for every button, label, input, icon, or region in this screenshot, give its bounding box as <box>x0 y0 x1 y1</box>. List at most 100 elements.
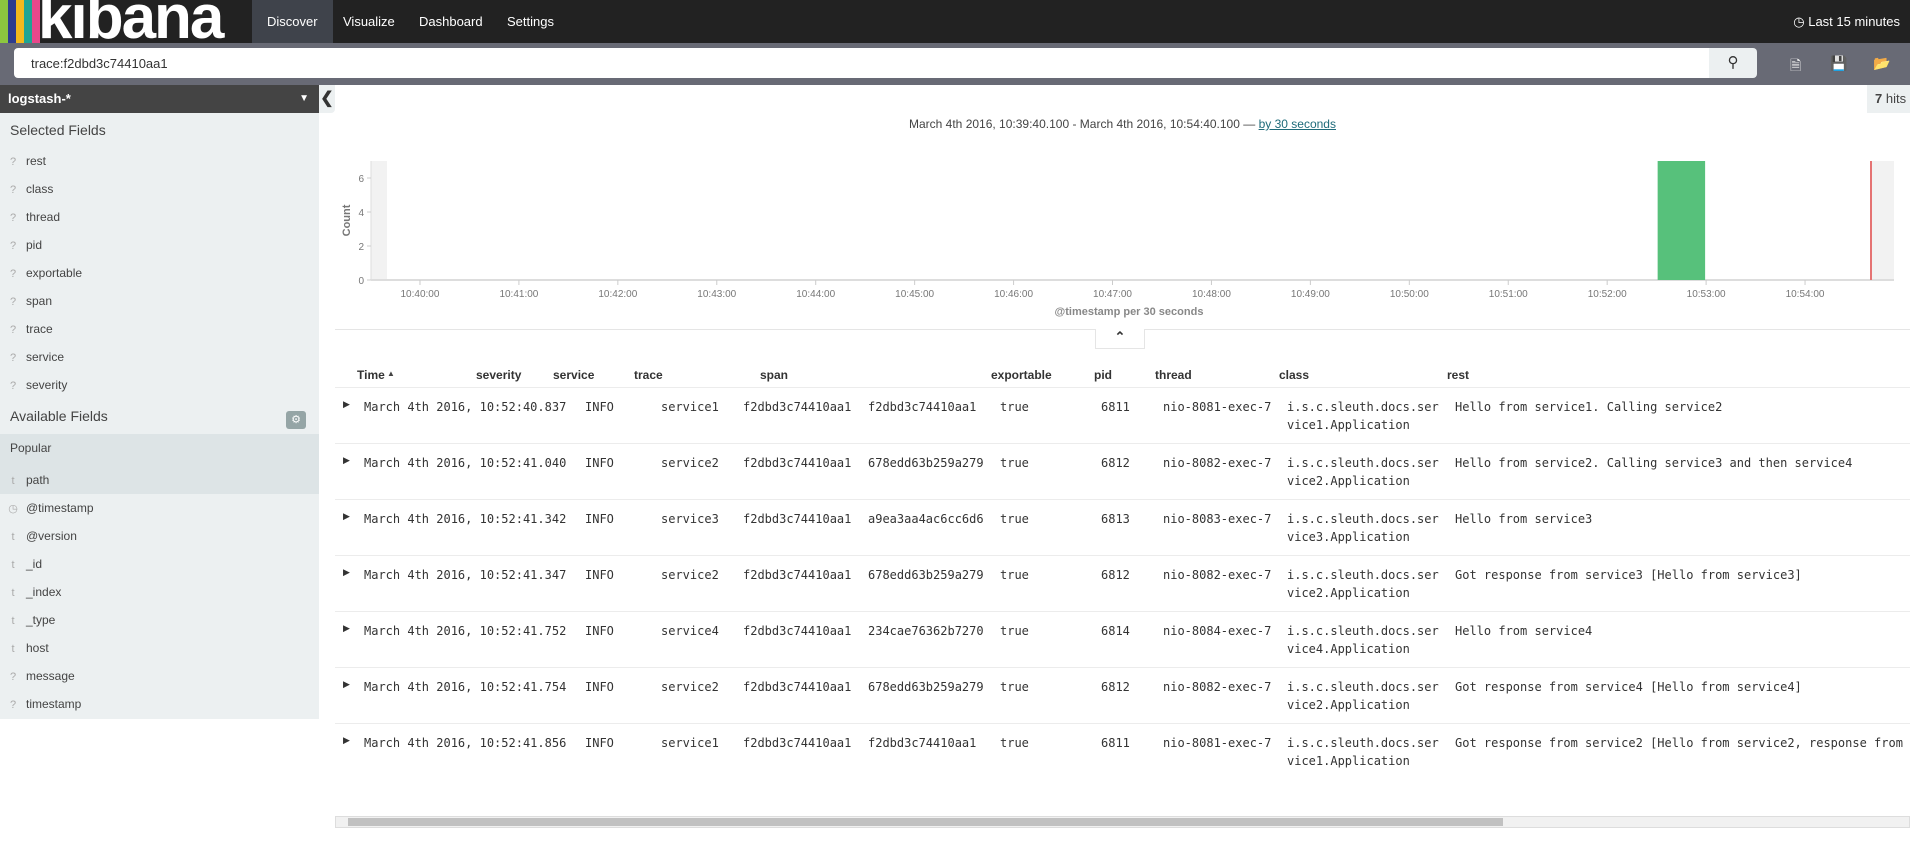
hit-count-label: hits <box>1885 91 1907 106</box>
expand-row-icon[interactable]: ▶ <box>343 735 350 746</box>
chevron-up-icon: ⌃ <box>1114 329 1126 344</box>
available-field-_index[interactable]: t _index <box>0 578 319 606</box>
collapse-sidebar-button[interactable]: ❮ <box>319 85 335 113</box>
tab-settings[interactable]: Settings <box>492 0 569 43</box>
field-name: path <box>26 473 50 487</box>
expand-row-icon[interactable]: ▶ <box>343 567 350 578</box>
new-document-icon[interactable]: 🗎 <box>1790 55 1801 79</box>
top-nav: kibana Discover Visualize Dashboard Sett… <box>0 0 1910 43</box>
column-header-exportable[interactable]: exportable <box>991 368 1052 387</box>
cell-trace: f2dbd3c74410aa1 <box>743 736 852 750</box>
cell-rest: Hello from service2. Calling service3 an… <box>1455 456 1853 470</box>
column-header-thread[interactable]: thread <box>1155 368 1192 387</box>
available-field-@version[interactable]: t @version <box>0 522 319 550</box>
x-tick-label: 10:49:00 <box>1291 289 1330 300</box>
selected-field-exportable[interactable]: ? exportable <box>0 259 319 287</box>
cell-service: service1 <box>661 400 719 414</box>
selected-field-pid[interactable]: ? pid <box>0 231 319 259</box>
search-input[interactable] <box>14 48 1710 78</box>
kibana-logo[interactable]: kibana <box>0 0 240 43</box>
expand-row-icon[interactable]: ▶ <box>343 623 350 634</box>
column-header-pid[interactable]: pid <box>1094 368 1112 387</box>
field-type-unknown-icon: ? <box>9 380 17 392</box>
column-header-severity[interactable]: severity <box>476 368 521 387</box>
x-tick-label: 10:43:00 <box>697 289 736 300</box>
cell-rest: Got response from service2 [Hello from s… <box>1455 736 1903 750</box>
search-button[interactable]: ⚲ <box>1709 48 1757 78</box>
x-tick-label: 10:52:00 <box>1588 289 1627 300</box>
open-folder-icon[interactable]: 📂 <box>1873 55 1890 72</box>
available-field-@timestamp[interactable]: ◷ @timestamp <box>0 494 319 522</box>
expand-row-icon[interactable]: ▶ <box>343 455 350 466</box>
expand-row-icon[interactable]: ▶ <box>343 399 350 410</box>
sort-asc-icon[interactable]: ▲ <box>387 369 395 378</box>
selected-field-severity[interactable]: ? severity <box>0 371 319 399</box>
cell-span: 234cae76362b7270 <box>868 624 984 638</box>
tab-dashboard[interactable]: Dashboard <box>404 0 498 43</box>
cell-severity: INFO <box>585 512 614 526</box>
cell-trace: f2dbd3c74410aa1 <box>743 456 852 470</box>
column-header-class[interactable]: class <box>1279 368 1309 387</box>
available-field-message[interactable]: ? message <box>0 662 319 690</box>
selected-field-trace[interactable]: ? trace <box>0 315 319 343</box>
cell-class: i.s.c.sleuth.docs.service2.Application <box>1287 680 1439 712</box>
selected-field-service[interactable]: ? service <box>0 343 319 371</box>
cell-thread: nio-8084-exec-7 <box>1163 624 1272 638</box>
selected-field-span[interactable]: ? span <box>0 287 319 315</box>
collapse-chart-button[interactable]: ⌃ <box>1095 329 1145 349</box>
tab-discover[interactable]: Discover <box>252 0 333 43</box>
field-name: trace <box>26 322 53 336</box>
x-tick-label: 10:47:00 <box>1093 289 1132 300</box>
cell-span: 678edd63b259a279 <box>868 456 984 470</box>
selected-field-thread[interactable]: ? thread <box>0 203 319 231</box>
cell-service: service2 <box>661 568 719 582</box>
cell-class: i.s.c.sleuth.docs.service4.Application <box>1287 624 1439 656</box>
scrollbar-thumb[interactable] <box>348 818 1503 826</box>
tab-visualize[interactable]: Visualize <box>328 0 410 43</box>
field-name: timestamp <box>26 697 82 711</box>
field-type-string-icon: t <box>11 587 15 599</box>
index-pattern-select[interactable]: logstash-* ▼ <box>0 85 319 113</box>
column-header-trace[interactable]: trace <box>634 368 663 387</box>
column-header-span[interactable]: span <box>760 368 788 387</box>
column-header-time[interactable]: Time <box>357 368 385 387</box>
x-tick-label: 10:45:00 <box>895 289 934 300</box>
available-field-_type[interactable]: t _type <box>0 606 319 634</box>
save-icon[interactable]: 💾 <box>1830 55 1847 72</box>
column-header-service[interactable]: service <box>553 368 594 387</box>
cell-time: March 4th 2016, 10:52:41.347 <box>364 568 567 582</box>
field-type-string-icon: t <box>11 559 15 571</box>
available-field-timestamp[interactable]: ? timestamp <box>0 690 319 718</box>
field-type-unknown-icon: ? <box>9 671 17 683</box>
cell-thread: nio-8081-exec-7 <box>1163 400 1272 414</box>
cell-time: March 4th 2016, 10:52:40.837 <box>364 400 567 414</box>
time-picker[interactable]: ◷ Last 15 minutes <box>1793 0 1900 43</box>
field-name: service <box>26 350 65 364</box>
available-field-_id[interactable]: t _id <box>0 550 319 578</box>
clock-icon: ◷ <box>1793 14 1805 29</box>
available-field-path[interactable]: t path <box>0 466 319 494</box>
field-type-unknown-icon: ? <box>9 212 17 224</box>
cell-pid: 6811 <box>1101 400 1130 414</box>
expand-row-icon[interactable]: ▶ <box>343 679 350 690</box>
expand-row-icon[interactable]: ▶ <box>343 511 350 522</box>
field-name: rest <box>26 154 47 168</box>
column-header-rest[interactable]: rest <box>1447 368 1469 387</box>
x-tick-label: 10:51:00 <box>1489 289 1528 300</box>
cell-class: i.s.c.sleuth.docs.service2.Application <box>1287 456 1439 488</box>
cell-severity: INFO <box>585 400 614 414</box>
selected-field-rest[interactable]: ? rest <box>0 147 319 175</box>
cell-time: March 4th 2016, 10:52:41.040 <box>364 456 567 470</box>
field-type-unknown-icon: ? <box>9 699 17 711</box>
interval-link[interactable]: by 30 seconds <box>1259 117 1336 131</box>
plot-padding-left <box>371 161 387 280</box>
selected-field-class[interactable]: ? class <box>0 175 319 203</box>
cell-rest: Hello from service1. Calling service2 <box>1455 400 1723 414</box>
gear-icon[interactable]: ⚙ <box>286 411 306 429</box>
available-field-host[interactable]: t host <box>0 634 319 662</box>
histogram-bar[interactable] <box>1657 161 1706 280</box>
field-type-unknown-icon: ? <box>9 184 17 196</box>
cell-trace: f2dbd3c74410aa1 <box>743 512 852 526</box>
cell-rest: Hello from service3 <box>1455 512 1593 526</box>
horizontal-scrollbar[interactable] <box>335 816 1910 828</box>
